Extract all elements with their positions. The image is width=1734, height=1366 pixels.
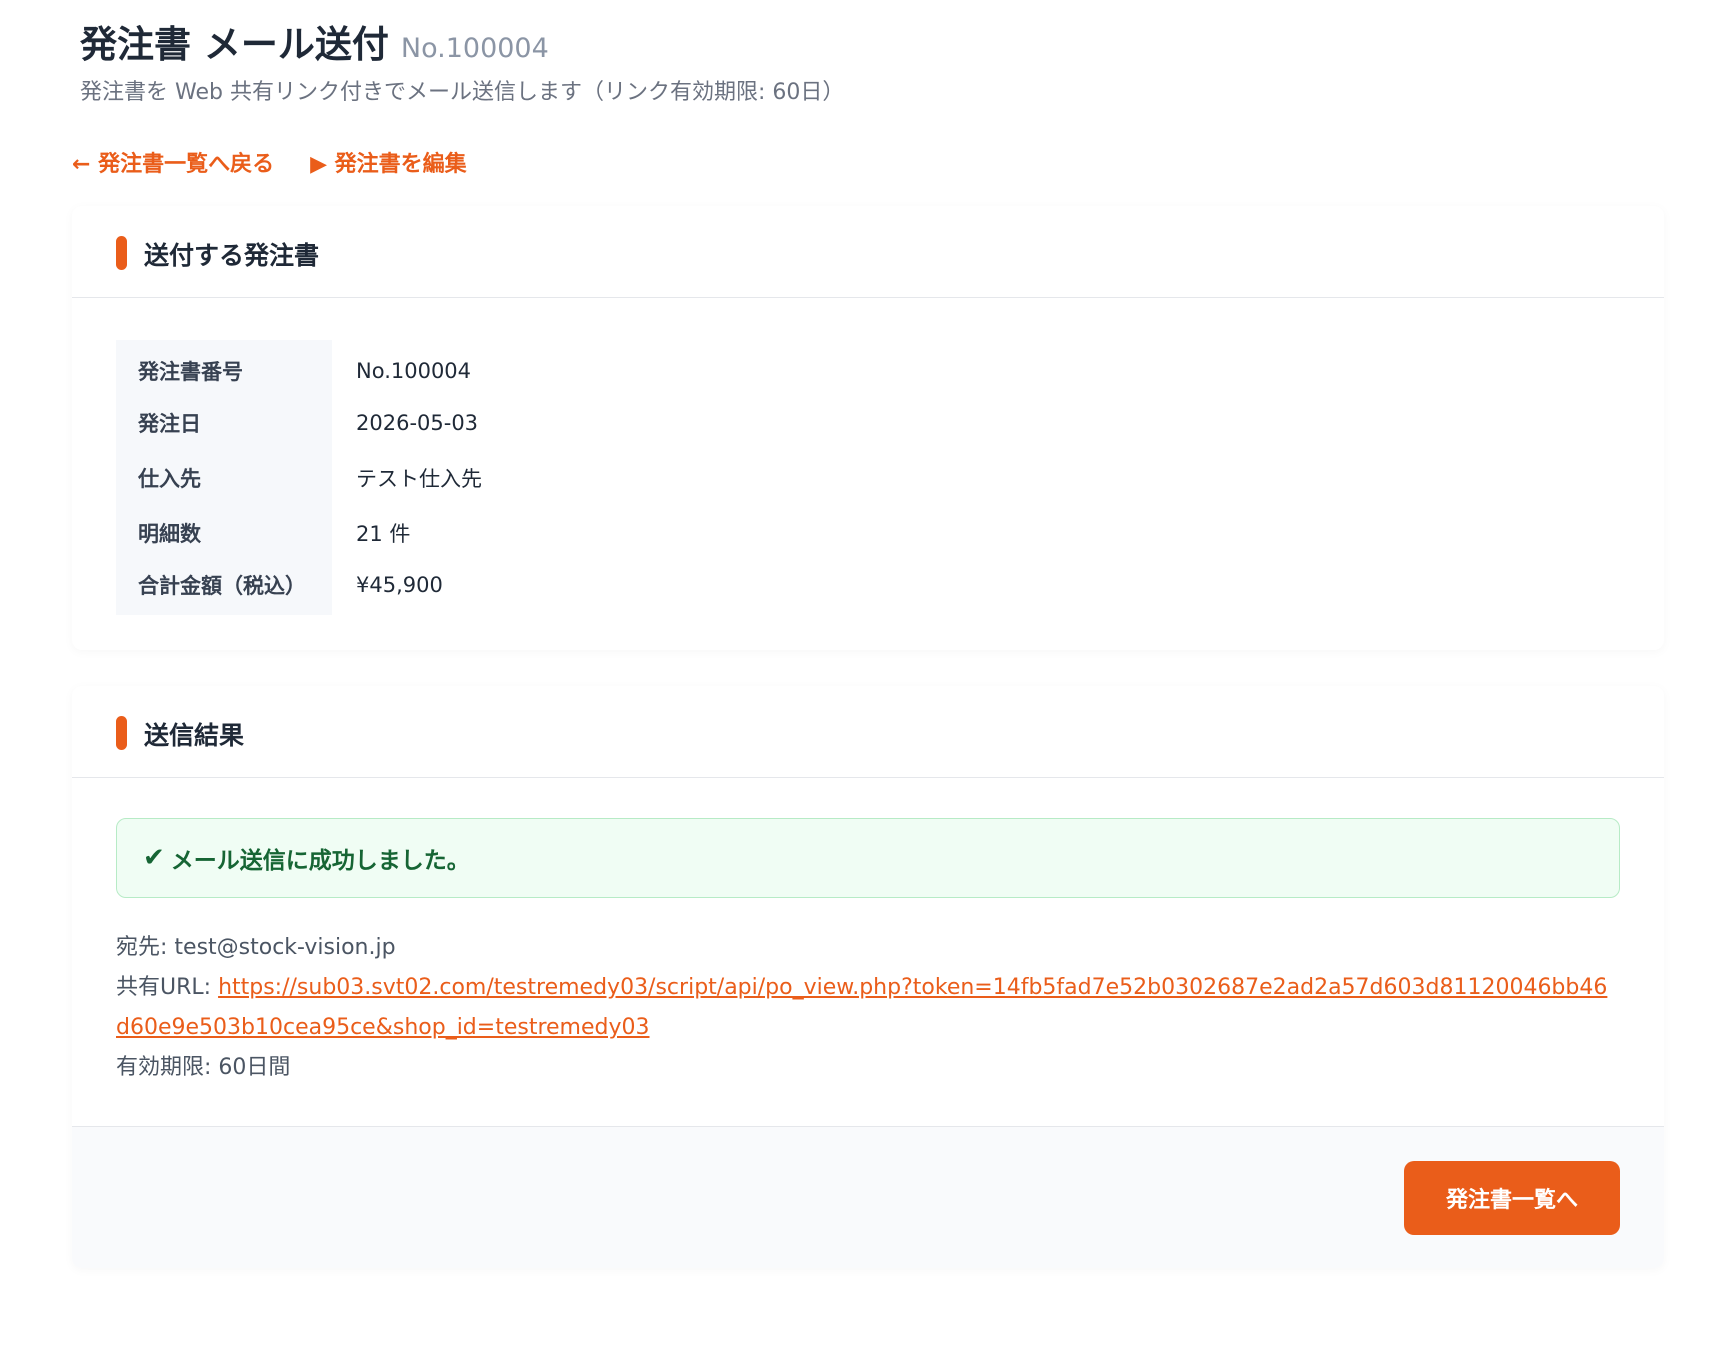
table-row: 合計金額（税込） ¥45,900 <box>116 560 482 615</box>
recipient-email: test@stock-vision.jp <box>174 935 396 960</box>
nav-links: ← 発注書一覧へ戻る ▶ 発注書を編集 <box>72 146 467 178</box>
order-info-table: 発注書番号 No.100004 発注日 2026-05-03 仕入先 テスト仕入… <box>116 340 482 615</box>
result-details: 宛先: test@stock-vision.jp 共有URL: https://… <box>116 928 1616 1088</box>
expiry-label: 有効期限: <box>116 1055 219 1080</box>
success-message: メール送信に成功しました。 <box>170 848 470 874</box>
section-accent-bar <box>116 716 127 750</box>
recipient-label: 宛先: <box>116 935 175 960</box>
back-to-list-link[interactable]: ← 発注書一覧へ戻る <box>72 146 274 178</box>
page-title: 発注書 メール送付 <box>80 23 389 66</box>
expiry-value: 60日間 <box>218 1055 291 1080</box>
card-header: 送信結果 <box>72 686 1664 778</box>
share-url-link[interactable]: https://sub03.svt02.com/testremedy03/scr… <box>116 975 1607 1040</box>
page-header: 発注書 メール送付 No.100004 <box>80 14 549 68</box>
row-label: 発注日 <box>116 395 332 450</box>
page: 発注書 メール送付 No.100004 発注書を Web 共有リンク付きでメール… <box>0 0 1734 1366</box>
section-title: 送信結果 <box>144 721 245 750</box>
row-value: 2026-05-03 <box>356 410 479 435</box>
row-label: 合計金額（税込） <box>116 560 332 615</box>
table-row: 発注書番号 No.100004 <box>116 340 482 395</box>
table-row: 仕入先 テスト仕入先 <box>116 450 482 505</box>
go-to-list-button[interactable]: 発注書一覧へ <box>1404 1161 1620 1235</box>
order-number-badge: No.100004 <box>400 33 549 64</box>
send-result-card: 送信結果 ✔ メール送信に成功しました。 宛先: test@stock-visi… <box>72 686 1664 1268</box>
page-subtitle: 発注書を Web 共有リンク付きでメール送信します（リンク有効期限: 60日） <box>80 80 845 105</box>
card-header: 送付する発注書 <box>72 206 1664 298</box>
share-url-line: 共有URL: https://sub03.svt02.com/testremed… <box>116 968 1616 1048</box>
table-row: 明細数 21 件 <box>116 505 482 560</box>
table-row: 発注日 2026-05-03 <box>116 395 482 450</box>
row-label: 仕入先 <box>116 450 332 505</box>
row-label: 発注書番号 <box>116 340 332 395</box>
section-title: 送付する発注書 <box>144 241 320 270</box>
checkmark-icon: ✔ <box>143 843 165 873</box>
success-alert: ✔ メール送信に成功しました。 <box>116 818 1620 898</box>
edit-order-link[interactable]: ▶ 発注書を編集 <box>310 146 467 178</box>
section-accent-bar <box>116 236 127 270</box>
row-value: 21 件 <box>356 521 411 546</box>
recipient-line: 宛先: test@stock-vision.jp <box>116 928 1616 968</box>
row-label: 明細数 <box>116 505 332 560</box>
order-summary-card: 送付する発注書 発注書番号 No.100004 発注日 2026-05-03 仕… <box>72 206 1664 650</box>
row-value: No.100004 <box>356 358 472 383</box>
share-url-label: 共有URL: <box>116 975 219 1000</box>
row-value: ¥45,900 <box>356 572 443 597</box>
expiry-line: 有効期限: 60日間 <box>116 1048 1616 1088</box>
card-footer: 発注書一覧へ <box>72 1126 1664 1268</box>
row-value: テスト仕入先 <box>356 466 482 491</box>
